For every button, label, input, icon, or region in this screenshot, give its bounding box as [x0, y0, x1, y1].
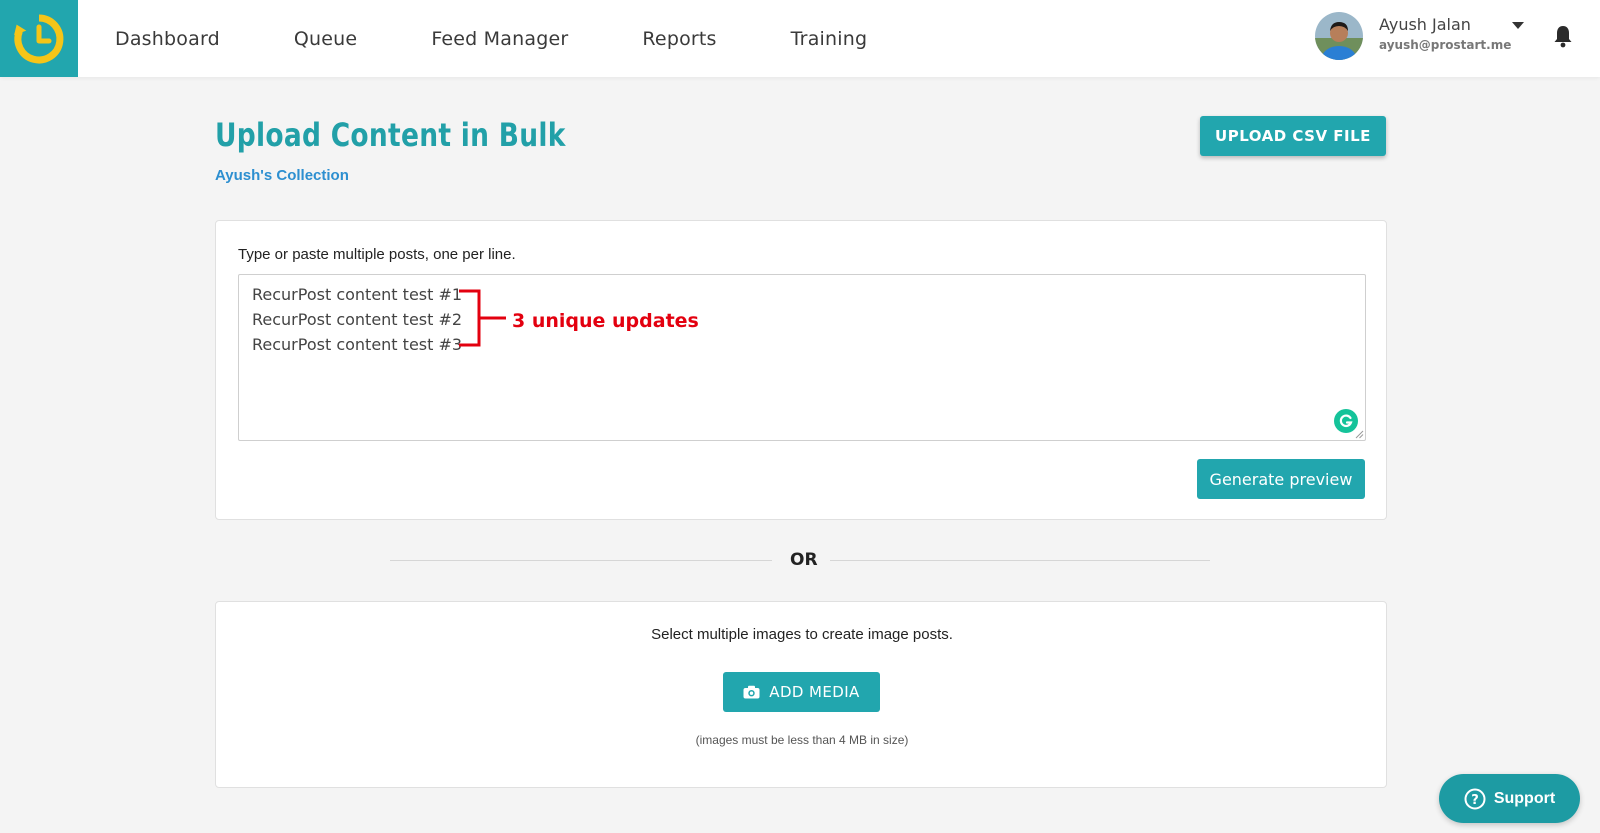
user-email: ayush@prostart.me [1379, 38, 1512, 52]
question-icon: ? [1464, 788, 1486, 809]
media-size-note: (images must be less than 4 MB in size) [695, 733, 909, 747]
text-posts-card: Type or paste multiple posts, one per li… [215, 220, 1387, 520]
or-divider-label: OR [790, 550, 818, 570]
avatar-image [1315, 12, 1363, 60]
user-menu[interactable]: Ayush Jalan ayush@prostart.me [1315, 12, 1535, 64]
divider-line [830, 560, 1210, 561]
main-nav: Dashboard Queue Feed Manager Reports Tra… [115, 0, 941, 77]
resize-handle-icon[interactable] [1355, 430, 1364, 439]
svg-text:?: ? [1471, 793, 1479, 808]
nav-queue[interactable]: Queue [294, 28, 357, 50]
nav-feed-manager[interactable]: Feed Manager [431, 28, 568, 50]
post-line: RecurPost content test #3 [252, 335, 463, 354]
media-instruction: Select multiple images to create image p… [651, 626, 953, 643]
chevron-down-icon[interactable] [1511, 20, 1525, 30]
generate-preview-button[interactable]: Generate preview [1197, 459, 1365, 499]
add-media-button[interactable]: ADD MEDIA [723, 672, 880, 712]
divider-line [390, 560, 772, 561]
annotation-label: 3 unique updates [512, 310, 699, 332]
upload-csv-button[interactable]: UPLOAD CSV FILE [1200, 116, 1386, 156]
clock-logo-icon [14, 14, 64, 63]
media-posts-card: Select multiple images to create image p… [215, 601, 1387, 788]
posts-textarea[interactable]: RecurPost content test #1 RecurPost cont… [238, 274, 1366, 441]
nav-reports[interactable]: Reports [642, 28, 716, 50]
avatar[interactable] [1315, 12, 1363, 60]
page-title: Upload Content in Bulk [215, 116, 566, 154]
bracket-annotation-icon [459, 289, 506, 347]
collection-link[interactable]: Ayush's Collection [215, 167, 349, 184]
nav-dashboard[interactable]: Dashboard [115, 28, 220, 50]
app-logo[interactable] [0, 0, 78, 77]
post-line: RecurPost content test #2 [252, 310, 463, 329]
nav-training[interactable]: Training [791, 28, 868, 50]
support-label: Support [1493, 789, 1556, 807]
support-button[interactable]: ? Support [1439, 774, 1580, 823]
top-navigation-bar: Dashboard Queue Feed Manager Reports Tra… [0, 0, 1600, 77]
add-media-label: ADD MEDIA [769, 683, 860, 701]
camera-icon [743, 685, 760, 699]
text-posts-instruction: Type or paste multiple posts, one per li… [238, 246, 516, 263]
post-line: RecurPost content test #1 [252, 285, 463, 304]
user-name: Ayush Jalan [1379, 15, 1471, 34]
bell-icon[interactable] [1553, 24, 1573, 48]
